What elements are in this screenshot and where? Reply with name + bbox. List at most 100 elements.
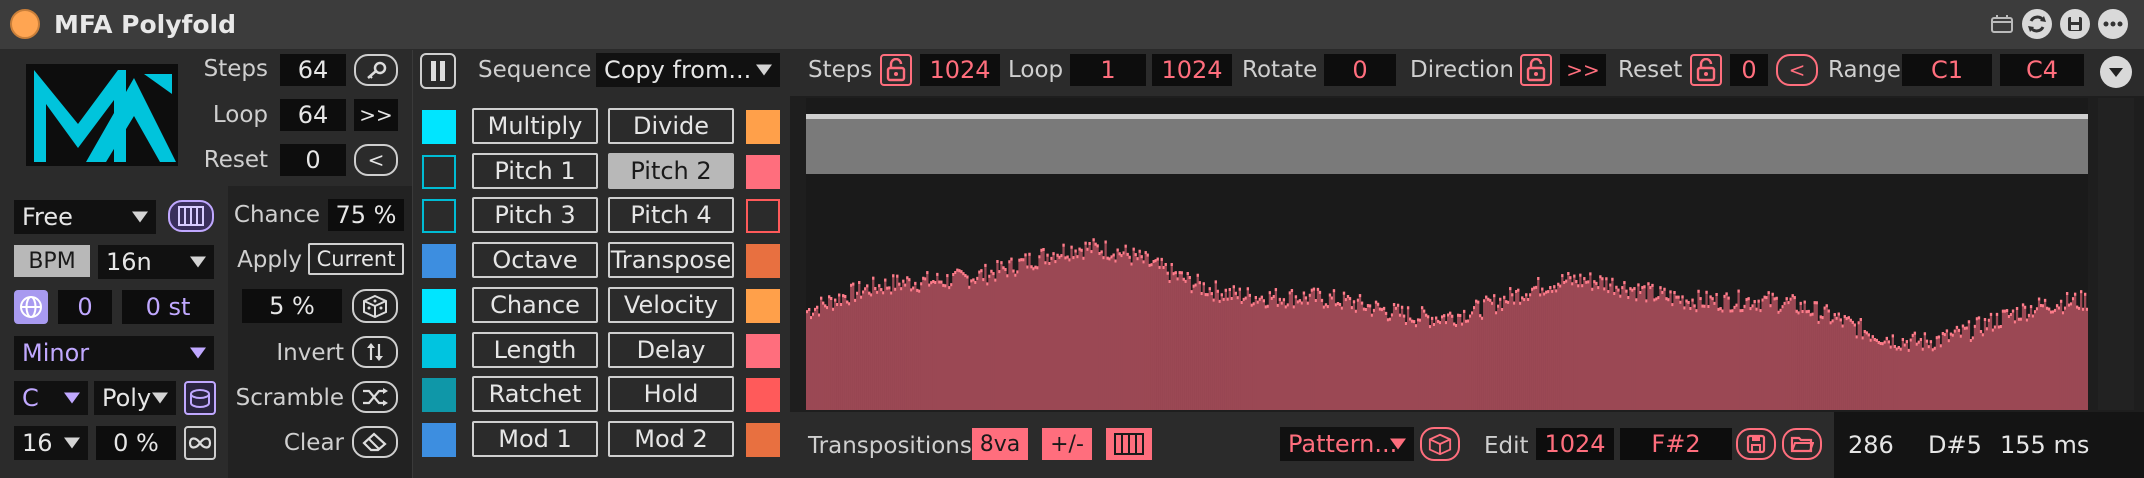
pause-icon[interactable] [420,53,456,89]
seq-button-right-3[interactable]: Transpose [608,242,734,278]
seq-button-right-0[interactable]: Divide [608,108,734,144]
step-bar[interactable] [1817,320,1820,410]
step-bar[interactable] [1274,288,1278,410]
step-bar[interactable] [1603,287,1606,410]
step-bar[interactable] [856,291,859,410]
step-bar[interactable] [1641,286,1644,410]
globe-icon[interactable] [14,290,48,324]
swatch-right-0[interactable] [746,110,780,144]
step-bar[interactable] [1967,320,1971,410]
step-bar[interactable] [864,287,867,410]
step-bar[interactable] [1877,341,1880,410]
step-bar[interactable] [1483,299,1486,410]
step-bar[interactable] [1012,269,1015,411]
scale-dropdown[interactable]: Minor [14,336,214,370]
step-bar[interactable] [946,274,949,410]
step-bar[interactable] [1344,298,1348,410]
step-bar[interactable] [1939,344,1943,410]
step-bar[interactable] [1034,265,1037,410]
step-bar[interactable] [1084,241,1087,410]
step-bar[interactable] [2037,297,2041,411]
step-bar[interactable] [1631,288,1634,410]
step-bar[interactable] [1158,265,1161,410]
step-bar[interactable] [1374,300,1378,410]
step-bar[interactable] [866,284,869,410]
step-bar[interactable] [1951,333,1955,410]
step-bar[interactable] [1885,336,1888,410]
step-bar[interactable] [1623,281,1626,410]
step-bar[interactable] [1733,305,1736,410]
step-bar[interactable] [1440,315,1444,410]
step-bar[interactable] [924,277,927,410]
step-bar[interactable] [1136,257,1139,410]
step-bar[interactable] [1356,298,1360,410]
loop-start-value[interactable]: 1 [1070,54,1146,86]
step-bar[interactable] [1066,255,1069,411]
step-bar[interactable] [810,316,813,410]
step-bar[interactable] [2033,310,2037,410]
editor-reset-back-button[interactable]: < [1776,54,1818,86]
direction-value[interactable]: >> [1560,54,1606,86]
step-bar[interactable] [814,307,817,410]
step-bar[interactable] [1414,324,1418,410]
step-bar[interactable] [1160,257,1163,410]
step-bar[interactable] [1863,330,1866,410]
step-bar[interactable] [1296,300,1300,410]
step-bar[interactable] [1519,301,1522,410]
step-bar[interactable] [1517,288,1520,410]
step-bar[interactable] [1855,335,1858,410]
swatch-left-2[interactable] [422,199,456,233]
step-bar[interactable] [1823,306,1826,410]
step-bar[interactable] [1018,258,1021,410]
save-preset-icon[interactable] [2060,9,2090,39]
step-bar[interactable] [1661,290,1664,410]
step-bar[interactable] [1026,265,1029,411]
step-bar[interactable] [1609,283,1612,411]
seq-button-left-4[interactable]: Chance [472,287,598,323]
step-bar[interactable] [1238,287,1241,410]
step-bar[interactable] [1767,291,1770,410]
step-bar[interactable] [1925,339,1929,410]
step-bar[interactable] [1300,301,1304,411]
refresh-icon[interactable] [2022,9,2052,39]
step-bar[interactable] [1715,293,1718,410]
step-bar[interactable] [1679,300,1682,410]
seq-button-left-7[interactable]: Mod 1 [472,421,598,457]
step-bar[interactable] [1410,319,1414,410]
step-bar[interactable] [1354,309,1358,410]
step-bar[interactable] [1378,307,1382,410]
step-bar[interactable] [1839,318,1842,410]
step-bar[interactable] [1288,291,1292,410]
step-bar[interactable] [1815,301,1818,410]
step-bar[interactable] [1807,309,1810,410]
step-bar[interactable] [1937,335,1941,411]
step-bar[interactable] [2073,292,2077,410]
step-bar[interactable] [2079,290,2083,410]
step-bar[interactable] [872,276,875,410]
step-bar[interactable] [2057,306,2061,411]
step-bar[interactable] [1995,312,1999,410]
step-bar[interactable] [1106,256,1109,410]
step-bar[interactable] [1739,309,1742,410]
step-bar[interactable] [966,275,969,411]
step-bar[interactable] [1659,286,1662,410]
step-bar[interactable] [1859,318,1862,410]
step-bar[interactable] [1088,242,1091,410]
step-bar[interactable] [2061,311,2065,410]
seq-button-right-2[interactable]: Pitch 4 [608,197,734,233]
step-bar[interactable] [2059,299,2063,410]
step-bar[interactable] [1851,320,1854,410]
step-bar[interactable] [1779,308,1782,410]
more-icon[interactable] [2098,9,2128,39]
step-bar[interactable] [954,271,957,410]
step-bar[interactable] [1292,305,1296,410]
step-bar[interactable] [934,281,937,410]
step-bar[interactable] [1665,297,1668,410]
step-bar[interactable] [1244,296,1247,410]
step-bar[interactable] [1366,304,1370,410]
step-bar[interactable] [1667,298,1670,410]
step-bar[interactable] [1775,296,1778,410]
loop-end-value[interactable]: 1024 [1152,54,1232,86]
step-bar[interactable] [2083,292,2087,410]
step-bar[interactable] [1100,250,1103,410]
